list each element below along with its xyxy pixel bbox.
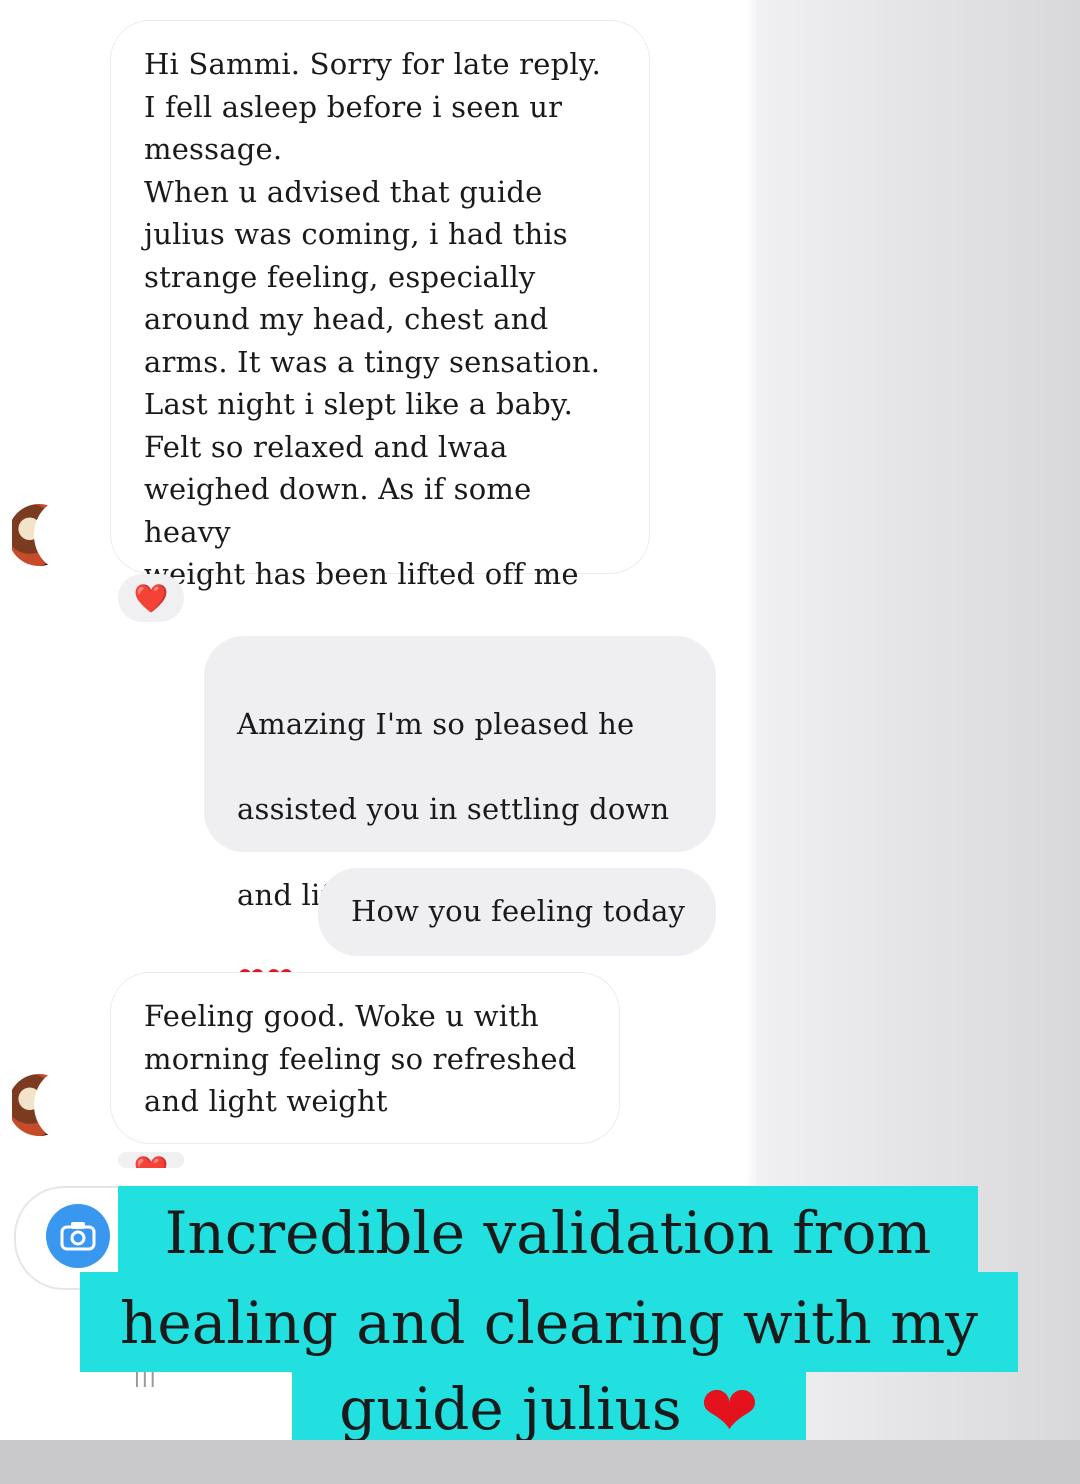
heart-reaction[interactable]: ❤️ — [118, 574, 184, 622]
heart-icon: ❤️ — [134, 1154, 169, 1168]
caption-line: healing and clearing with my — [80, 1272, 1018, 1372]
camera-button[interactable] — [46, 1204, 110, 1268]
message-line: assisted you in settling down — [237, 791, 670, 826]
outgoing-message[interactable]: How you feeling today — [318, 868, 716, 956]
outgoing-message[interactable]: Amazing I'm so pleased he assisted you i… — [204, 636, 716, 1000]
contact-avatar[interactable] — [12, 502, 66, 572]
camera-icon — [60, 1222, 96, 1251]
chat-thread: Hi Sammi. Sorry for late reply. I fell a… — [0, 0, 748, 1180]
contact-avatar[interactable] — [12, 1072, 66, 1142]
incoming-message[interactable]: Feeling good. Woke u with morning feelin… — [110, 972, 620, 1144]
message-line: Amazing I'm so pleased he — [237, 706, 635, 741]
heart-reaction[interactable]: ❤️ — [118, 1152, 184, 1168]
bottom-bar — [0, 1440, 1080, 1484]
caption-line: Incredible validation from — [118, 1186, 978, 1280]
caption-text: guide julius — [339, 1375, 682, 1443]
incoming-message[interactable]: Hi Sammi. Sorry for late reply. I fell a… — [110, 20, 650, 591]
heart-icon: ❤️ — [133, 581, 169, 615]
